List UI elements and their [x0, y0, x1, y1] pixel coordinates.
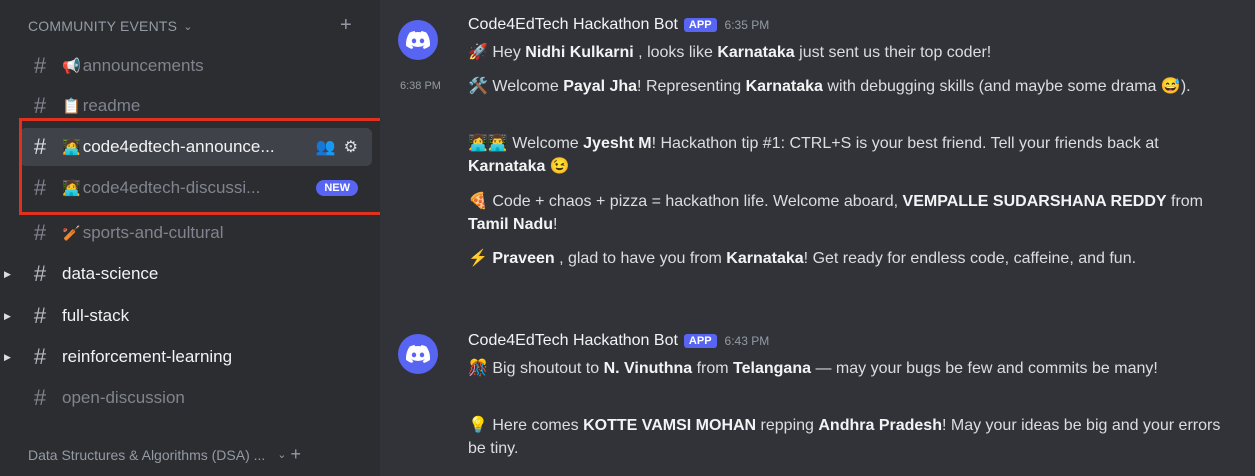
hash-icon: #: [33, 93, 47, 118]
channel-name: code4edtech-announce...: [82, 137, 275, 156]
add-channel-icon[interactable]: +: [340, 14, 352, 37]
hash-icon: #: [33, 53, 47, 78]
channel-name: data-science: [62, 264, 159, 283]
timestamp: 6:35 PM: [724, 18, 770, 32]
channel-code4edtech-announcements[interactable]: # 🧑‍💻 code4edtech-announce... 👥 ⚙: [20, 128, 372, 166]
technologist-icon: 🧑‍💻: [62, 139, 81, 156]
channel-name: open-discussion: [62, 388, 185, 407]
clipboard-icon: 📋: [62, 98, 81, 115]
gear-icon[interactable]: ⚙: [344, 137, 358, 157]
category-community-events[interactable]: COMMUNITY EVENTS ⌄: [28, 18, 193, 34]
hover-timestamp: 6:38 PM: [400, 80, 441, 92]
author-name[interactable]: Code4EdTech Hackathon Bot: [468, 16, 678, 34]
message-line: 🛠️ Welcome Payal Jha! Representing Karna…: [468, 78, 1191, 95]
message-line: 💡 Here comes KOTTE VAMSI MOHAN repping A…: [468, 417, 1221, 457]
hash-icon: #: [33, 220, 47, 245]
add-member-icon[interactable]: 👥: [316, 137, 336, 157]
channel-name: readme: [82, 96, 141, 115]
chevron-down-icon: ⌄: [277, 449, 287, 461]
bot-avatar[interactable]: [398, 20, 438, 60]
message-header: Code4EdTech Hackathon Bot APP 6:43 PM: [468, 332, 769, 350]
category-dsa[interactable]: Data Structures & Algorithms (DSA) ... ⌄…: [28, 444, 301, 465]
message-area: Code4EdTech Hackathon Bot APP 6:35 PM 6:…: [380, 0, 1255, 476]
channel-name: announcements: [82, 56, 204, 75]
channel-full-stack[interactable]: ▶ # full-stack: [4, 297, 372, 335]
hash-icon: #: [33, 261, 47, 286]
channel-announcements[interactable]: # 📢 announcements: [20, 47, 372, 85]
timestamp: 6:43 PM: [724, 334, 770, 348]
megaphone-icon: 📢: [62, 58, 81, 75]
hash-icon: #: [33, 303, 47, 328]
channel-readme[interactable]: # 📋 readme: [20, 87, 372, 125]
app-badge: APP: [683, 334, 717, 348]
hash-icon: #: [33, 385, 47, 410]
message-line: 👩‍💻👨‍💻 Welcome Jyesht M! Hackathon tip #…: [468, 135, 1159, 175]
channel-name: full-stack: [62, 306, 130, 325]
chevron-down-icon: ⌄: [183, 20, 193, 33]
bot-avatar[interactable]: [398, 334, 438, 374]
channel-data-science[interactable]: ▶ # data-science: [4, 255, 372, 293]
author-name[interactable]: Code4EdTech Hackathon Bot: [468, 332, 678, 350]
channel-open-discussion[interactable]: # open-discussion: [20, 379, 372, 417]
channel-name: sports-and-cultural: [82, 223, 224, 242]
channel-sidebar: COMMUNITY EVENTS ⌄ + # 📢 announcements #…: [0, 0, 388, 476]
category-label: Data Structures & Algorithms (DSA) ...: [28, 446, 266, 463]
hash-icon: #: [33, 134, 47, 159]
message-header: Code4EdTech Hackathon Bot APP 6:35 PM: [468, 16, 769, 34]
add-channel-icon[interactable]: +: [291, 444, 302, 465]
discord-logo-icon: [406, 345, 430, 363]
technologist-icon: 🧑‍💻: [62, 180, 81, 197]
message-line: 🍕 Code + chaos + pizza = hackathon life.…: [468, 193, 1204, 233]
message-line: 🚀 Hey Nidhi Kulkarni , looks like Karnat…: [468, 44, 992, 61]
channel-reinforcement-learning[interactable]: ▶ # reinforcement-learning: [4, 338, 372, 376]
hash-icon: #: [33, 175, 47, 200]
category-label: COMMUNITY EVENTS: [28, 18, 178, 34]
channel-name: code4edtech-discussi...: [82, 178, 261, 197]
channel-name: reinforcement-learning: [62, 347, 233, 366]
message-line: 🎊 Big shoutout to N. Vinuthna from Telan…: [468, 360, 1158, 377]
channel-code4edtech-discussion[interactable]: # 🧑‍💻 code4edtech-discussi... NEW: [20, 169, 372, 207]
message-line: ⚡ Praveen , glad to have you from Karnat…: [468, 250, 1137, 267]
channel-sports-and-cultural[interactable]: # 🏏 sports-and-cultural: [20, 214, 372, 252]
hash-icon: #: [33, 344, 47, 369]
unread-indicator: ▶: [4, 268, 11, 279]
discord-logo-icon: [406, 31, 430, 49]
unread-indicator: ▶: [4, 310, 11, 321]
unread-indicator: ▶: [4, 351, 11, 362]
cricket-icon: 🏏: [62, 225, 81, 242]
app-badge: APP: [683, 18, 717, 32]
new-badge: NEW: [316, 180, 358, 196]
